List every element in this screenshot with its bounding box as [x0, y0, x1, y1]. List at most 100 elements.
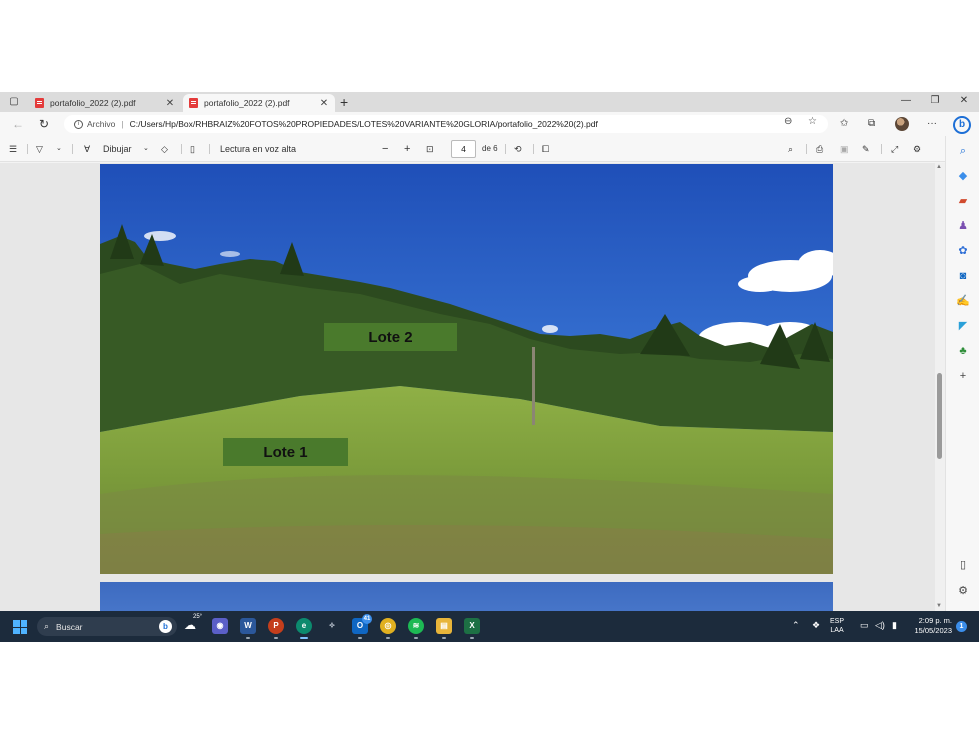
search-placeholder: Buscar: [56, 621, 83, 632]
edge-sidebar: ⌕ ◆ ▰ ♟ ✿ ◙ ✍ ◤ ♣ + ▯ ⚙: [945, 136, 979, 611]
back-icon[interactable]: ←: [12, 117, 24, 131]
fit-width-icon[interactable]: ⊡: [426, 143, 434, 155]
notification-badge[interactable]: 1: [956, 621, 967, 632]
bing-chat-icon[interactable]: b: [953, 116, 971, 134]
minimize-icon[interactable]: —: [900, 95, 912, 106]
scroll-up-icon[interactable]: ▲: [936, 164, 942, 170]
taskbar-search[interactable]: ⌕ Buscar b: [37, 617, 177, 636]
book-icon[interactable]: ▯: [190, 143, 195, 155]
feather-app-icon[interactable]: ✧: [324, 618, 340, 634]
tab-title: portafolio_2022 (2).pdf: [204, 98, 290, 108]
edge-icon[interactable]: e: [296, 618, 312, 639]
collections-icon[interactable]: ⧉: [868, 118, 875, 130]
screen: ▢ portafolio_2022 (2).pdf ✕ portafolio_2…: [0, 92, 979, 642]
weather-widget[interactable]: ☁ 25°: [184, 614, 202, 632]
add-icon[interactable]: +: [956, 369, 970, 383]
close-tab-icon[interactable]: ✕: [319, 98, 329, 109]
new-tab-icon[interactable]: +: [340, 94, 348, 110]
pdf-file-icon: [189, 98, 198, 108]
outlook-badge: 41: [362, 614, 372, 624]
powerpoint-icon[interactable]: P: [268, 618, 284, 639]
teams-icon[interactable]: ◉: [212, 618, 228, 634]
search-icon[interactable]: ⌕: [788, 143, 793, 155]
spotify-icon[interactable]: ≋: [408, 618, 424, 639]
rotate-icon[interactable]: ⟲: [514, 143, 522, 155]
scrollbar-thumb[interactable]: [937, 373, 942, 459]
lang-primary: ESP: [830, 618, 845, 625]
save-as-icon[interactable]: ✎: [862, 143, 870, 155]
draw-icon[interactable]: ∀: [84, 143, 90, 155]
zoom-in-icon[interactable]: +: [404, 143, 410, 155]
bing-icon[interactable]: b: [159, 620, 172, 633]
page-number-input[interactable]: 4: [451, 140, 476, 158]
sidebar-settings-icon[interactable]: ⚙: [956, 584, 970, 598]
outlook-icon[interactable]: O 41: [352, 614, 372, 639]
profile-avatar[interactable]: [895, 117, 909, 131]
divider: |: [121, 119, 124, 129]
zoom-icon[interactable]: ⊖: [784, 116, 792, 127]
pdf-file-icon: [35, 98, 44, 108]
tree-icon[interactable]: ♣: [956, 344, 970, 358]
address-bar-row: ← ↻ i Archivo | C:/Users/Hp/Box/RHBRAIZ%…: [0, 112, 979, 136]
highlight-icon[interactable]: ▽: [36, 143, 43, 155]
weather-temp: 25°: [193, 614, 203, 620]
chevron-down-icon[interactable]: ⌄: [143, 143, 149, 155]
eraser-icon[interactable]: ◇: [161, 143, 168, 155]
language-indicator[interactable]: ESP LAA: [830, 617, 844, 635]
reload-icon[interactable]: ↻: [39, 117, 49, 131]
dropbox-icon[interactable]: ❖: [812, 620, 820, 631]
pdf-viewer[interactable]: Lote 2 Lote 1: [0, 163, 935, 611]
tab-active[interactable]: portafolio_2022 (2).pdf ✕: [183, 94, 335, 112]
settings-icon[interactable]: ⚙: [913, 143, 921, 155]
divider: [209, 144, 210, 154]
tab-strip: ▢ portafolio_2022 (2).pdf ✕ portafolio_2…: [0, 92, 979, 112]
network-icon[interactable]: ▭: [860, 620, 869, 631]
scroll-down-icon[interactable]: ▼: [936, 603, 942, 609]
sidebar-toggle-icon[interactable]: ▯: [956, 558, 970, 572]
designer-icon[interactable]: ✍: [956, 294, 970, 308]
excel-icon[interactable]: X: [464, 618, 480, 639]
windows-start-icon[interactable]: [13, 620, 27, 634]
file-explorer-icon[interactable]: ▤: [436, 618, 452, 639]
chevron-down-icon[interactable]: ⌄: [56, 143, 62, 155]
divider: [806, 144, 807, 154]
favorite-add-icon[interactable]: ☆: [808, 116, 817, 127]
contents-icon[interactable]: ☰: [9, 143, 17, 155]
more-menu-icon[interactable]: ···: [927, 118, 937, 130]
battery-icon[interactable]: ▮: [892, 620, 897, 631]
save-icon[interactable]: ▣: [840, 143, 849, 155]
shopping-tag-icon[interactable]: ◆: [956, 169, 970, 183]
volume-icon[interactable]: ◁): [875, 620, 885, 631]
drop-icon[interactable]: ◤: [956, 319, 970, 333]
info-icon[interactable]: i: [74, 119, 83, 129]
tab-title: portafolio_2022 (2).pdf: [50, 98, 136, 108]
search-icon: ⌕: [44, 621, 50, 631]
zoom-out-icon[interactable]: −: [382, 143, 388, 155]
word-icon[interactable]: W: [240, 618, 256, 639]
print-icon[interactable]: ⎙: [816, 143, 823, 155]
tab-inactive[interactable]: portafolio_2022 (2).pdf ✕: [29, 94, 181, 112]
read-aloud-button[interactable]: Lectura en voz alta: [220, 143, 296, 155]
tray-overflow-icon[interactable]: ⌃: [792, 620, 800, 631]
restore-icon[interactable]: ❐: [929, 95, 941, 106]
search-icon[interactable]: ⌕: [956, 144, 970, 158]
close-tab-icon[interactable]: ✕: [165, 98, 175, 109]
clock[interactable]: 2:09 p. m. 15/05/2023: [906, 616, 952, 636]
tools-icon[interactable]: ▰: [956, 194, 970, 208]
vertical-scrollbar[interactable]: ▲ ▼: [935, 163, 945, 611]
clock-time: 2:09 p. m.: [918, 616, 952, 625]
page-view-icon[interactable]: ⧠: [542, 143, 549, 155]
chrome-icon[interactable]: ◎: [380, 618, 396, 639]
taskbar: ⌕ Buscar b ☁ 25° ◉ W P e ✧ O 41 ◎ ≋ ▤ X ⌃ …: [0, 611, 979, 642]
games-icon[interactable]: ♟: [956, 219, 970, 233]
close-window-icon[interactable]: ✕: [958, 95, 970, 106]
lote2-label: Lote 2: [324, 323, 457, 351]
outlook-icon[interactable]: ◙: [956, 269, 970, 283]
office-icon[interactable]: ✿: [956, 244, 970, 258]
tab-actions-icon[interactable]: ▢: [8, 96, 20, 108]
address-input[interactable]: i Archivo | C:/Users/Hp/Box/RHBRAIZ%20FO…: [64, 115, 828, 133]
favorites-icon[interactable]: ✩: [840, 118, 848, 130]
draw-button[interactable]: Dibujar: [103, 143, 132, 155]
fullscreen-icon[interactable]: ⤢: [891, 143, 898, 155]
divider: [27, 144, 28, 154]
